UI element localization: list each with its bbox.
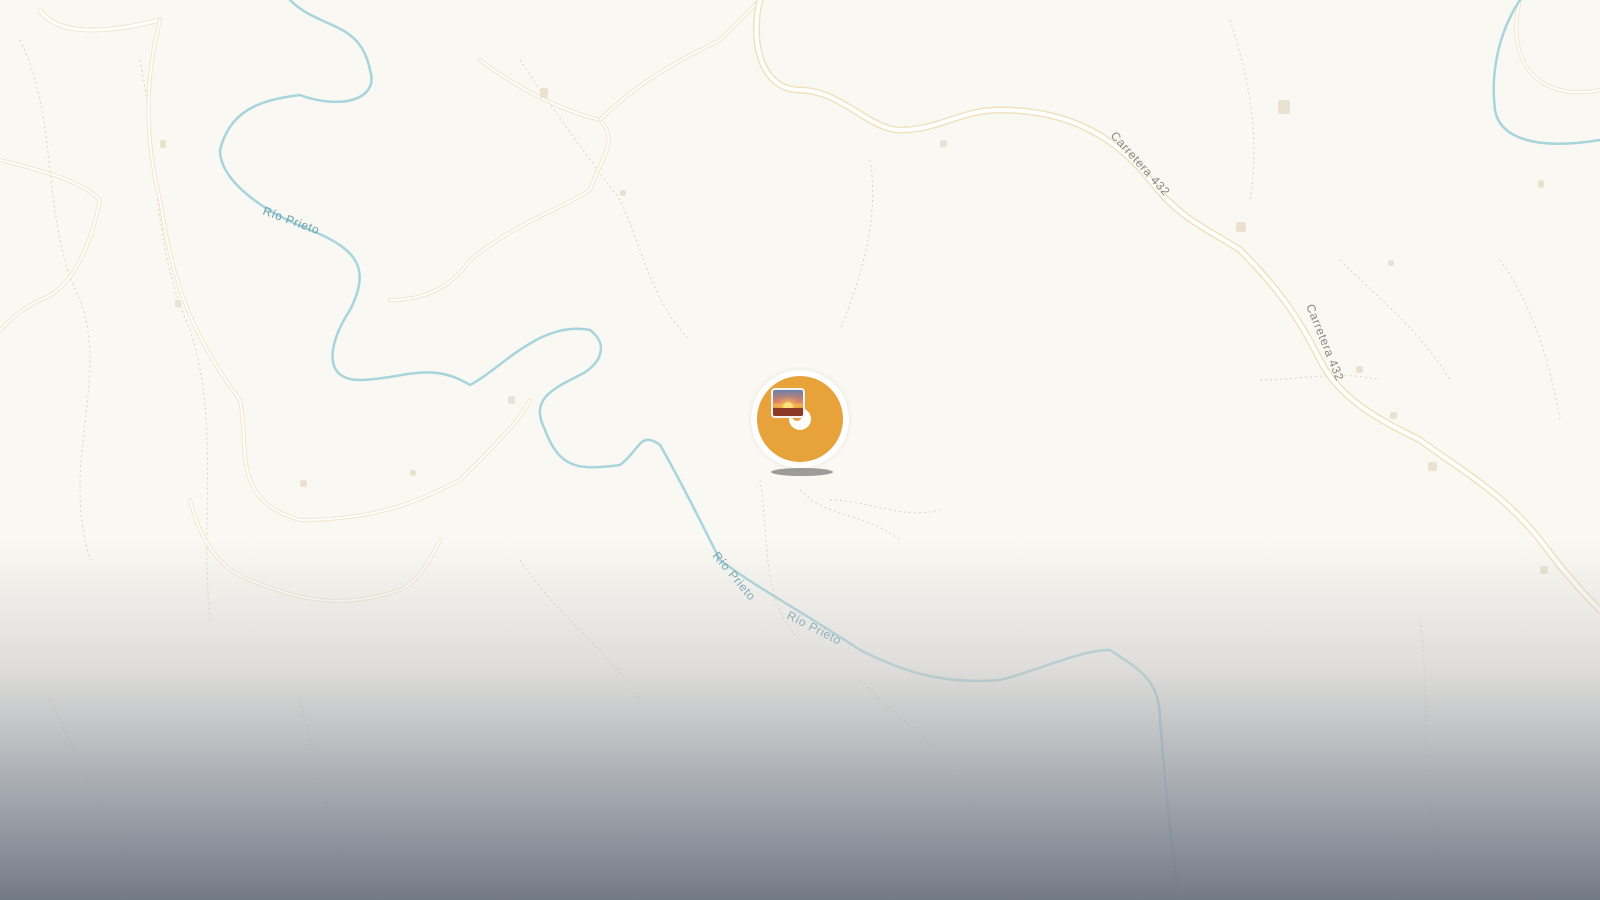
highway-carretera-432 — [752, 0, 1600, 614]
river-label: Río Prieto — [710, 549, 759, 603]
sunset-photo-icon — [771, 388, 805, 418]
photo-location-marker[interactable] — [751, 370, 849, 476]
marker-shadow — [771, 468, 833, 476]
river-rio-prieto — [218, 0, 1600, 900]
river-label: Río Prieto — [261, 204, 322, 237]
ground-glyph — [773, 408, 803, 416]
road-label: Carretera 432 — [1108, 129, 1173, 199]
map-view[interactable]: Río Prieto Río Prieto Río Prieto Carrete… — [0, 0, 1600, 900]
river-label: Río Prieto — [785, 608, 844, 647]
buildings — [160, 88, 1548, 574]
